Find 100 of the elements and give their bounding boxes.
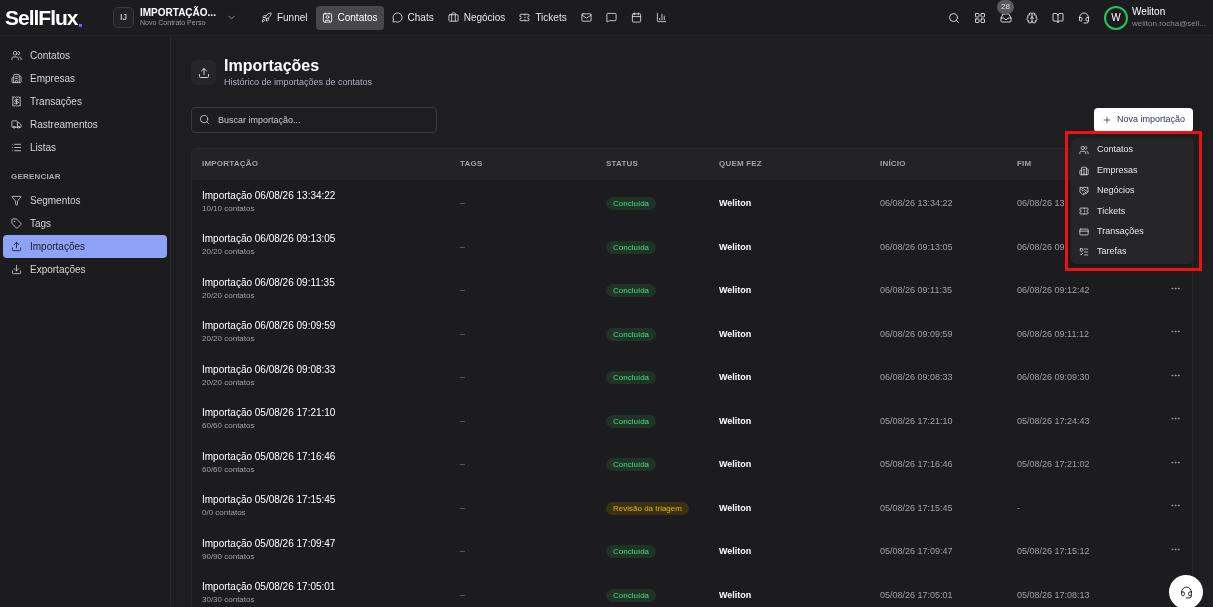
column-header: STATUS: [606, 158, 638, 170]
import-title: Importação 06/08/26 09:09:59: [202, 319, 337, 334]
menu-item[interactable]: Contatos: [1071, 140, 1194, 161]
headset-icon: [1179, 585, 1193, 599]
sidebar-item[interactable]: Exportações: [3, 258, 167, 281]
download-icon: [11, 264, 22, 275]
users-icon: [1079, 145, 1089, 156]
user-avatar[interactable]: W: [1104, 5, 1129, 30]
book-button[interactable]: [1052, 10, 1065, 25]
import-title: Importação 06/08/26 09:13:05: [202, 232, 337, 247]
support-button[interactable]: [1169, 575, 1203, 607]
nav-tab[interactable]: Tickets: [513, 5, 573, 30]
status-badge: Concluída: [606, 327, 657, 341]
import-title: Importação 05/08/26 17:15:45: [202, 493, 337, 508]
import-title: Importação 06/08/26 09:11:35: [202, 275, 336, 290]
search-button[interactable]: [948, 10, 961, 25]
sidebar-item[interactable]: Transações: [3, 90, 167, 113]
status-badge: Concluída: [606, 414, 657, 428]
menu-item[interactable]: Empresas: [1071, 160, 1194, 181]
import-count: 90/90 contatos: [202, 550, 256, 563]
grid-button[interactable]: [974, 10, 987, 25]
author-cell: Weliton: [719, 328, 752, 339]
start-time-cell: 06/08/26 13:34:22: [880, 198, 953, 209]
tags-cell: –: [460, 415, 465, 426]
ticket-icon: [1079, 206, 1089, 217]
search-field[interactable]: Buscar importação...: [191, 106, 437, 133]
start-time-cell: 06/08/26 09:13:05: [880, 241, 953, 252]
search-icon: [199, 113, 210, 125]
chat-bubble-icon: [391, 12, 403, 23]
tags-cell: –: [460, 459, 465, 470]
brain-button[interactable]: [1026, 10, 1039, 25]
import-count: 20/20 contatos: [202, 376, 256, 389]
page-title: Importações: [224, 56, 321, 76]
tags-cell: –: [460, 502, 465, 513]
status-badge: Revisão da triagem: [606, 501, 689, 515]
status-badge: Concluída: [606, 240, 657, 254]
tags-cell: –: [460, 372, 465, 383]
status-badge: Concluída: [606, 197, 657, 211]
start-time-cell: 05/08/26 17:15:45: [880, 502, 953, 513]
ticket-icon: [519, 12, 531, 23]
menu-item[interactable]: Negócios: [1071, 180, 1194, 202]
menu-item[interactable]: Transações: [1071, 221, 1194, 242]
end-time-cell: 06/08/26 09:09:30: [1017, 372, 1090, 383]
nav-tab[interactable]: Funnel: [254, 5, 314, 30]
building-icon: [11, 73, 22, 84]
brain-icon: [1026, 11, 1039, 24]
column-header: IMPORTAÇÃO: [202, 158, 259, 170]
mail-icon: [580, 12, 592, 23]
nav-tab[interactable]: Chats: [385, 5, 440, 30]
end-time-cell: 06/08/26 09: [1017, 241, 1065, 252]
menu-item[interactable]: Tickets: [1071, 201, 1194, 222]
author-cell: Weliton: [719, 372, 752, 383]
new-import-button[interactable]: Nova importação: [1093, 107, 1193, 132]
sidebar-item[interactable]: Segmentos: [3, 189, 167, 212]
author-cell: Weliton: [719, 285, 752, 296]
brand-logo[interactable]: SellFlux: [5, 1, 78, 34]
sidebar-item[interactable]: Tags: [3, 212, 167, 235]
start-time-cell: 05/08/26 17:16:46: [880, 459, 953, 470]
import-count: 0/0 contatos: [202, 507, 247, 520]
tags-cell: –: [460, 546, 465, 557]
sidebar-item[interactable]: Rastreamentos: [3, 113, 167, 136]
import-title: Importação 06/08/26 13:34:22: [202, 188, 337, 203]
author-cell: Weliton: [719, 198, 752, 209]
author-cell: Weliton: [719, 459, 752, 470]
workspace-name: IMPORTAÇÃO...: [140, 6, 216, 20]
nav-tab[interactable]: Contatos: [315, 5, 384, 30]
bar-chart-icon: [655, 12, 667, 23]
import-title: Importação 05/08/26 17:05:01: [202, 580, 337, 595]
sidebar-item[interactable]: Empresas: [3, 67, 167, 90]
tag-icon: [11, 218, 22, 229]
import-count: 20/20 contatos: [202, 246, 256, 259]
upload-icon: [11, 241, 22, 252]
status-badge: Concluída: [606, 284, 657, 298]
nav-tab[interactable]: Negócios: [441, 5, 512, 30]
sidebar-item[interactable]: Importações: [3, 235, 167, 258]
headset-button[interactable]: [1078, 10, 1091, 25]
sidebar-item[interactable]: Contatos: [3, 44, 167, 67]
status-badge: Concluída: [606, 545, 657, 559]
tags-cell: –: [460, 198, 465, 209]
tags-cell: –: [460, 285, 465, 296]
tags-cell: –: [460, 589, 465, 600]
menu-item[interactable]: Tarefas: [1071, 241, 1194, 263]
import-title: Importação 05/08/26 17:21:10: [202, 406, 337, 421]
end-time-cell: 06/08/26 13: [1017, 198, 1065, 209]
filter-icon: [11, 195, 22, 206]
author-cell: Weliton: [719, 415, 752, 426]
credit-card-icon: [1079, 226, 1089, 237]
status-badge: Concluída: [606, 458, 657, 472]
workspace-initials: IJ: [113, 7, 134, 28]
status-badge: Concluída: [606, 588, 657, 602]
import-count: 10/10 contatos: [202, 202, 256, 215]
author-cell: Weliton: [719, 546, 752, 557]
column-header: FIM: [1017, 158, 1032, 170]
upload-icon: [197, 66, 210, 79]
end-time-cell: 05/08/26 17:08:13: [1017, 589, 1090, 600]
headset-icon: [1078, 11, 1091, 24]
message-icon: [605, 12, 617, 23]
import-title: Importação 05/08/26 17:09:47: [202, 536, 337, 551]
start-time-cell: 06/08/26 09:09:59: [880, 328, 953, 339]
sidebar-item[interactable]: Listas: [3, 136, 167, 159]
